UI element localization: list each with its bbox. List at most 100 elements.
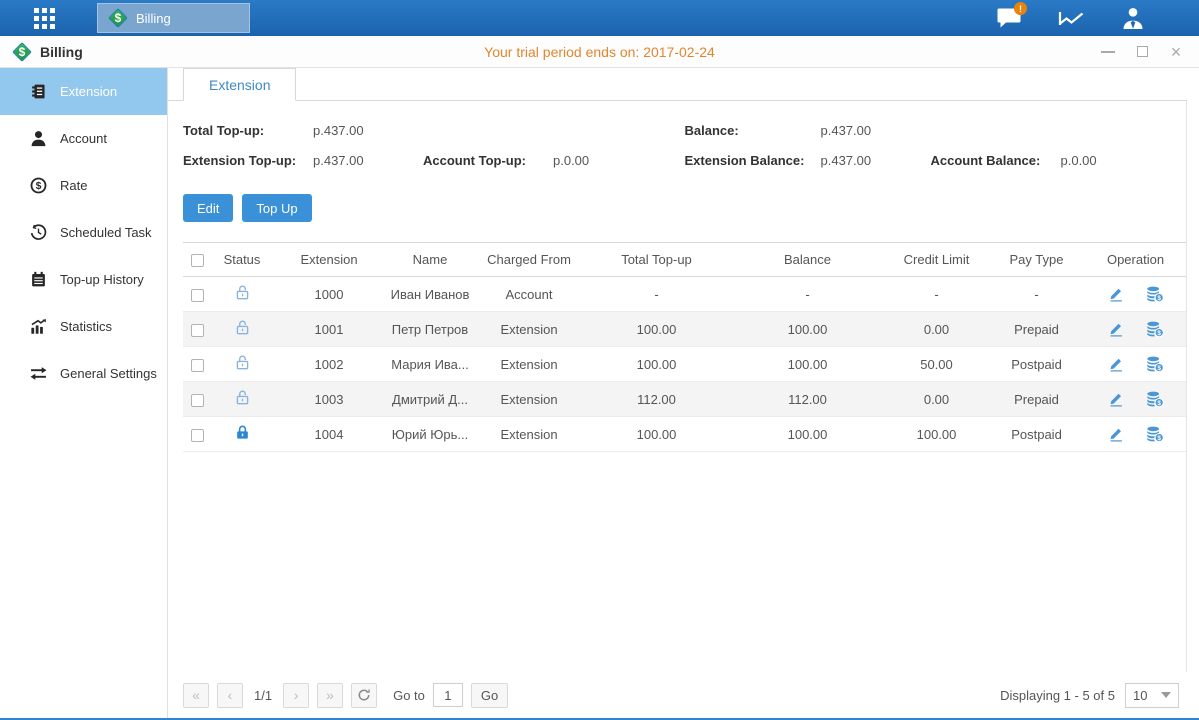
operation-cell: $ [1085,426,1186,442]
lock-open-icon [234,319,251,336]
extension-balance-value: p.437.00 [821,153,931,168]
go-button[interactable]: Go [471,683,508,708]
system-topbar: $ Billing ! [0,0,1199,36]
name-cell: Юрий Юрь... [385,417,475,452]
sidebar-item-label: Statistics [60,319,112,334]
bar-chart-icon [30,318,47,335]
lock-open-icon [234,354,251,371]
pencil-edit-icon[interactable] [1108,426,1124,442]
svg-text:$: $ [36,181,42,192]
row-checkbox[interactable] [191,429,204,442]
col-operation: Operation [1085,243,1186,277]
table-body: 1000 Иван Иванов Account - - - - [183,277,1186,452]
last-page-button[interactable]: » [317,683,343,708]
pencil-edit-icon[interactable] [1108,391,1124,407]
extension-cell: 1002 [273,347,385,382]
lock-open-icon [234,389,251,406]
svg-text:$: $ [1157,400,1161,407]
sidebar-item-extension[interactable]: Extension [0,68,167,115]
pagination-bar: « ‹ 1/1 › » Go to Go Displaying 1 - 5 of… [168,672,1187,718]
pencil-edit-icon[interactable] [1108,356,1124,372]
svg-text:$: $ [1157,295,1161,302]
lock-closed-icon [234,424,251,441]
svg-text:$: $ [1157,435,1161,442]
coins-topup-icon[interactable]: $ [1146,426,1164,442]
col-charged-from: Charged From [475,243,583,277]
goto-page-input[interactable] [433,683,463,707]
col-balance: Balance [730,243,885,277]
coins-topup-icon[interactable]: $ [1146,286,1164,302]
status-cell [234,389,251,406]
table-row: 1004 Юрий Юрь... Extension 100.00 100.00… [183,417,1186,452]
chevron-down-icon [1161,692,1171,698]
pencil-edit-icon[interactable] [1108,286,1124,302]
topup-button[interactable]: Top Up [242,194,311,222]
svg-text:$: $ [1157,330,1161,337]
sidebar-item-statistics[interactable]: Statistics [0,303,167,350]
name-cell: Петр Петров [385,312,475,347]
status-cell [234,424,251,441]
maximize-icon[interactable] [1135,45,1149,59]
pay-type-cell: Prepaid [988,312,1085,347]
resource-monitor-icon[interactable] [1057,6,1085,30]
operation-cell: $ [1085,391,1186,407]
balance-label: Balance: [685,123,821,138]
sidebar-item-label: Account [60,131,107,146]
extension-cell: 1000 [273,277,385,312]
balance-cell: 112.00 [730,382,885,417]
col-status: Status [211,243,273,277]
col-credit-limit: Credit Limit [885,243,988,277]
account-topup-value: p.0.00 [553,153,685,168]
sidebar-item-topup-history[interactable]: Top-up History [0,256,167,303]
status-cell [234,319,251,336]
table-row: 1003 Дмитрий Д... Extension 112.00 112.0… [183,382,1186,417]
coins-topup-icon[interactable]: $ [1146,321,1164,337]
credit-limit-cell: - [885,277,988,312]
pay-type-cell: Postpaid [988,417,1085,452]
page-size-select[interactable]: 10 [1125,683,1179,708]
coins-topup-icon[interactable]: $ [1146,391,1164,407]
row-checkbox[interactable] [191,394,204,407]
status-cell [234,284,251,301]
sidebar-item-rate[interactable]: $ Rate [0,162,167,209]
apps-grid-icon[interactable] [34,8,55,29]
credit-limit-cell: 100.00 [885,417,988,452]
sidebar-item-label: Scheduled Task [60,225,152,240]
row-checkbox[interactable] [191,324,204,337]
total-topup-label: Total Top-up: [183,123,313,138]
sidebar-item-general-settings[interactable]: General Settings [0,350,167,397]
edit-button[interactable]: Edit [183,194,233,222]
balance-cell: 100.00 [730,347,885,382]
extension-cell: 1004 [273,417,385,452]
page-indicator: 1/1 [251,688,275,703]
tab-extension[interactable]: Extension [183,68,296,101]
total-topup-cell: 100.00 [583,312,730,347]
charged-from-cell: Account [475,277,583,312]
first-page-button[interactable]: « [183,683,209,708]
sidebar-item-label: Rate [60,178,87,193]
row-checkbox[interactable] [191,289,204,302]
total-topup-cell: - [583,277,730,312]
tab-extension-label: Extension [209,77,270,93]
close-icon[interactable]: × [1169,45,1183,59]
sidebar-item-label: Top-up History [60,272,144,287]
taskbar-tab-billing[interactable]: $ Billing [97,3,250,33]
messages-icon[interactable]: ! [995,6,1023,30]
select-all-checkbox[interactable] [191,254,204,267]
refresh-button[interactable] [351,683,377,708]
operation-cell: $ [1085,321,1186,337]
balance-cell: 100.00 [730,312,885,347]
minimize-icon[interactable] [1101,45,1115,59]
sidebar: Extension Account $ Rate Scheduled Task [0,68,168,718]
next-page-button[interactable]: › [283,683,309,708]
sidebar-item-account[interactable]: Account [0,115,167,162]
coins-topup-icon[interactable]: $ [1146,356,1164,372]
user-account-icon[interactable] [1119,6,1147,30]
sidebar-item-label: General Settings [60,366,157,381]
operation-cell: $ [1085,356,1186,372]
operation-cell: $ [1085,286,1186,302]
row-checkbox[interactable] [191,359,204,372]
sidebar-item-scheduled-task[interactable]: Scheduled Task [0,209,167,256]
pencil-edit-icon[interactable] [1108,321,1124,337]
prev-page-button[interactable]: ‹ [217,683,243,708]
